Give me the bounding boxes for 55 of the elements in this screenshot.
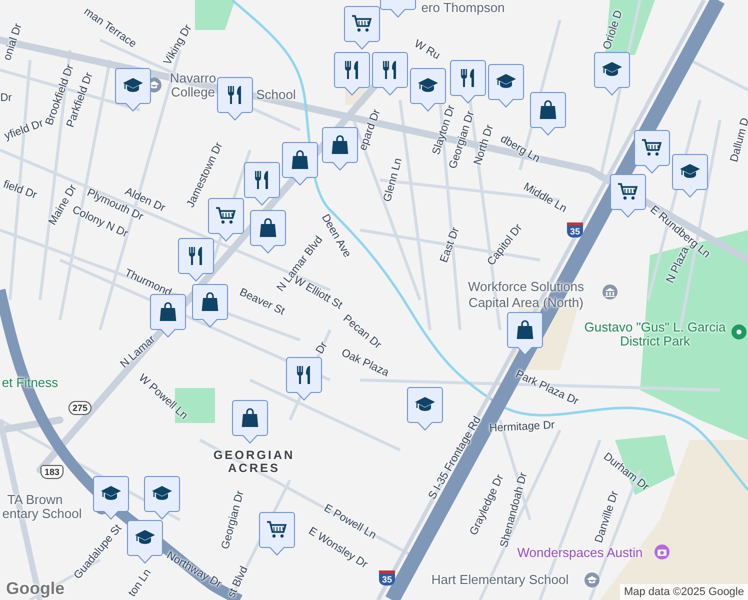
fork-knife-marker[interactable] xyxy=(450,60,486,104)
shopping-bag-marker[interactable] xyxy=(530,92,566,136)
place-label: School xyxy=(256,88,296,102)
fork-knife-marker[interactable] xyxy=(334,52,370,96)
street-label: onial Dr xyxy=(1,22,25,62)
shopping-bag-marker[interactable] xyxy=(192,284,228,328)
street-label: Hermitage Dr xyxy=(489,419,555,435)
shopping-cart-marker[interactable] xyxy=(259,512,295,556)
fork-knife-marker[interactable] xyxy=(372,52,408,96)
neighborhood-label: GEORGIAN ACRES xyxy=(212,448,296,476)
street-label: yfield Dr xyxy=(2,117,45,143)
shopping-bag-marker[interactable] xyxy=(250,210,286,254)
highway-shield: 183 xyxy=(40,465,64,479)
street-label: field Dr xyxy=(2,178,38,202)
shopping-cart-marker[interactable] xyxy=(634,130,670,174)
google-logo: Google xyxy=(6,579,65,599)
shopping-bag-marker[interactable] xyxy=(282,142,318,186)
street-label: North Dr xyxy=(472,123,496,167)
shopping-cart-marker[interactable] xyxy=(610,174,646,218)
fork-knife-marker[interactable] xyxy=(217,77,253,121)
bank-icon xyxy=(602,284,618,300)
street-label: East Dr xyxy=(438,226,462,264)
fork-knife-marker[interactable] xyxy=(244,162,280,206)
place-label: Hart Elementary School xyxy=(431,572,569,588)
shopping-bag-marker[interactable] xyxy=(232,400,268,444)
street-label: epard Dr xyxy=(357,108,383,152)
shopping-bag-marker[interactable] xyxy=(322,127,358,171)
fork-knife-marker[interactable] xyxy=(286,357,322,401)
highway-shield: 35 xyxy=(379,570,395,586)
place-label: TA Brown xyxy=(7,492,63,508)
attraction-label: Wonderspaces Austin xyxy=(517,546,643,560)
place-label: entary School xyxy=(2,506,82,522)
street-label: Oak Plaza xyxy=(339,346,391,380)
fork-knife-marker[interactable] xyxy=(178,238,214,282)
street-label: st Blvd xyxy=(226,564,250,600)
street-label: Glenn Ln xyxy=(381,156,405,204)
camera-pin-icon xyxy=(654,544,670,560)
park-label: et Fitness xyxy=(0,376,60,390)
street-label: Dr xyxy=(0,92,12,104)
map-attribution: Map data ©2025 Google xyxy=(620,584,748,600)
shopping-cart-marker[interactable] xyxy=(344,6,380,50)
street-label: Dr xyxy=(314,340,330,356)
place-label: Navarro College xyxy=(168,72,218,100)
shopping-bag-marker[interactable] xyxy=(150,294,186,338)
street-label: ton Ln xyxy=(126,567,154,599)
school-icon xyxy=(584,572,600,588)
street-label: Danville Dr xyxy=(592,490,622,544)
highway-shield: 275 xyxy=(68,401,92,415)
street-label: Oriole D xyxy=(601,8,625,52)
place-label: ero Thompson xyxy=(421,0,505,16)
park-pin-icon xyxy=(731,324,747,340)
highway-shield: 35 xyxy=(567,222,583,238)
street-label: Georgian Dr xyxy=(219,490,247,550)
street-label: Park Plaza Dr xyxy=(514,368,580,408)
street-label: W Ru xyxy=(412,38,442,62)
